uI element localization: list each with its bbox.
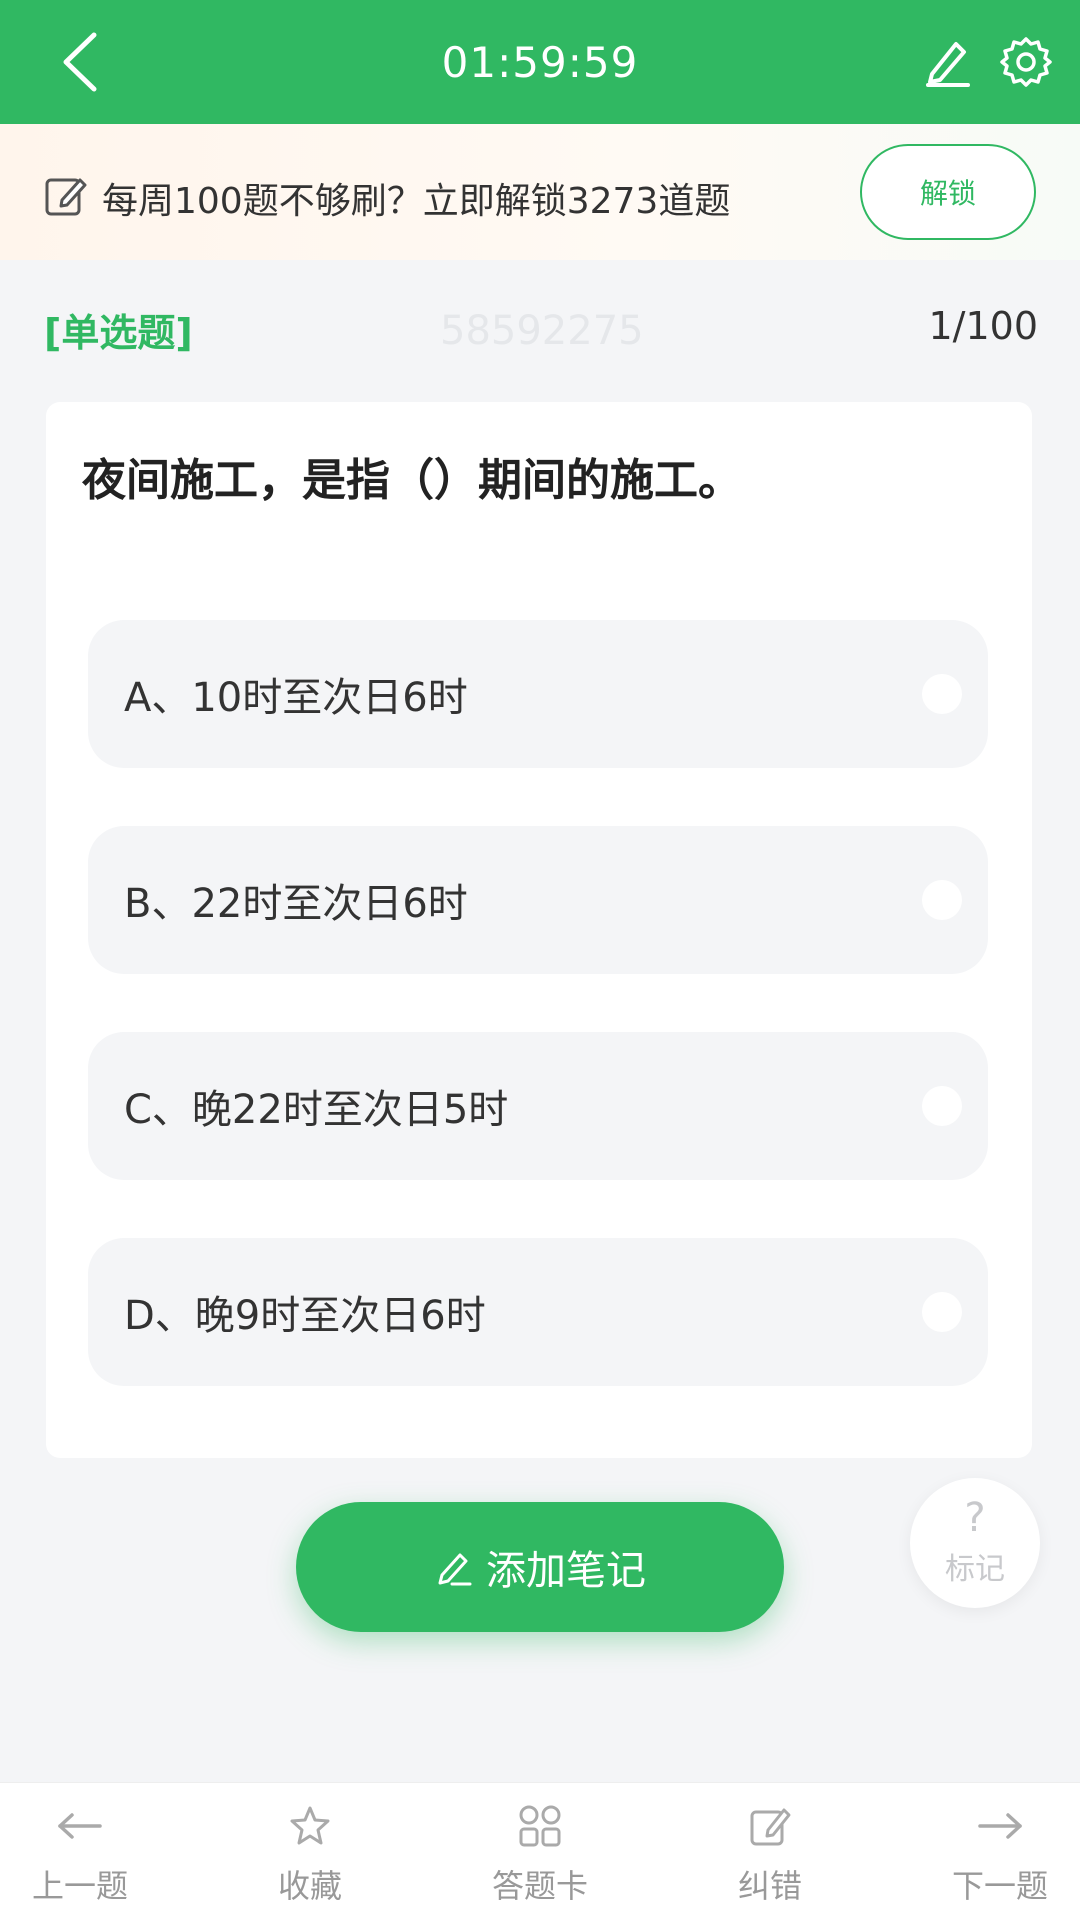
pencil-icon xyxy=(438,1553,472,1586)
edit-button[interactable] xyxy=(918,32,978,92)
next-question-button[interactable]: 下一题 xyxy=(910,1801,1080,1911)
question-meta: [单选题] 58592275 1/100 xyxy=(0,290,1080,370)
nav-label: 答题卡 xyxy=(491,1867,588,1905)
star-icon xyxy=(290,1806,330,1845)
add-note-label: 添加笔记 xyxy=(486,1548,646,1594)
timer: 01:59:59 xyxy=(441,37,639,87)
radio-icon xyxy=(922,1292,962,1332)
question-mark-icon: ? xyxy=(964,1495,986,1541)
pencil-icon xyxy=(926,42,970,87)
question-progress: 1/100 xyxy=(928,304,1038,348)
grid-icon xyxy=(519,1805,561,1847)
promo-banner: 每周100题不够刷？立即解锁3273道题 解锁 xyxy=(0,124,1080,260)
app: 01:59:59 每周100题不够刷？立即解锁3273道题 解锁 [单选题] 5… xyxy=(0,0,1080,1920)
mark-button[interactable]: ? 标记 xyxy=(910,1478,1040,1608)
option-label: C、晚22时至次日5时 xyxy=(124,1087,509,1133)
arrow-right-icon xyxy=(978,1813,1022,1839)
question-text: 夜间施工，是指（）期间的施工。 xyxy=(82,455,742,506)
promo-text: 每周100题不够刷？立即解锁3273道题 xyxy=(102,181,731,222)
radio-icon xyxy=(922,880,962,920)
mark-label: 标记 xyxy=(945,1552,1005,1587)
radio-icon xyxy=(922,1086,962,1126)
edit-icon xyxy=(750,1808,791,1846)
chevron-left-icon xyxy=(63,32,97,92)
nav-label: 上一题 xyxy=(31,1867,128,1905)
answer-card-button[interactable]: 答题卡 xyxy=(450,1801,630,1911)
nav-label: 纠错 xyxy=(737,1867,802,1905)
settings-button[interactable] xyxy=(996,32,1056,92)
note-edit-icon xyxy=(45,178,87,216)
arrow-left-icon xyxy=(58,1813,102,1839)
report-error-button[interactable]: 纠错 xyxy=(680,1801,860,1911)
unlock-button[interactable]: 解锁 xyxy=(860,144,1036,240)
nav-label: 收藏 xyxy=(277,1867,342,1905)
bottom-nav: 上一题 收藏 答题卡 纠错 下一题 xyxy=(0,1782,1080,1920)
back-button[interactable] xyxy=(40,22,120,102)
add-note-button[interactable]: 添加笔记 xyxy=(296,1502,784,1632)
option-a[interactable]: A、10时至次日6时 xyxy=(88,620,988,768)
option-label: B、22时至次日6时 xyxy=(124,881,468,927)
favorite-button[interactable]: 收藏 xyxy=(220,1801,400,1911)
option-label: A、10时至次日6时 xyxy=(124,675,468,721)
gear-icon xyxy=(1000,37,1052,87)
option-d[interactable]: D、晚9时至次日6时 xyxy=(88,1238,988,1386)
question-type: [单选题] xyxy=(44,311,193,355)
question-id: 58592275 xyxy=(440,308,644,354)
header-actions xyxy=(918,22,1056,102)
nav-label: 下一题 xyxy=(951,1867,1048,1905)
option-label: D、晚9时至次日6时 xyxy=(124,1293,486,1339)
option-b[interactable]: B、22时至次日6时 xyxy=(88,826,988,974)
radio-icon xyxy=(922,674,962,714)
question-card: 夜间施工，是指（）期间的施工。 A、10时至次日6时 B、22时至次日6时 C、… xyxy=(46,402,1032,1458)
option-c[interactable]: C、晚22时至次日5时 xyxy=(88,1032,988,1180)
prev-question-button[interactable]: 上一题 xyxy=(0,1801,170,1911)
header: 01:59:59 xyxy=(0,0,1080,124)
